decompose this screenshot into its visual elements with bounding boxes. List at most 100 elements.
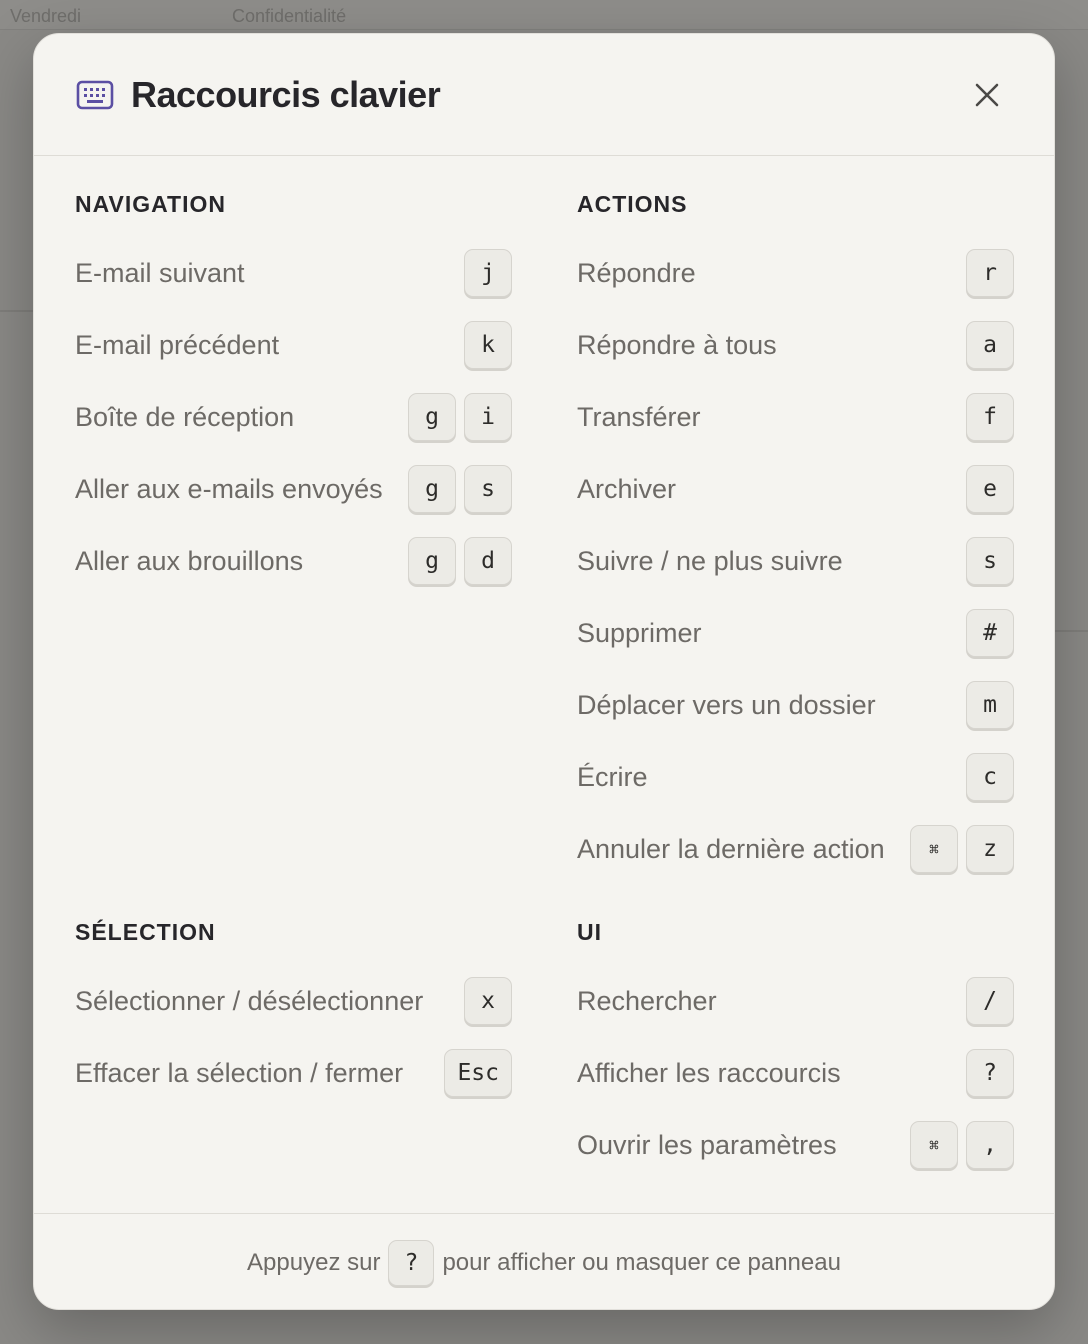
shortcut-label: Annuler la dernière action	[577, 833, 885, 864]
shortcut-keys: #	[966, 609, 1014, 657]
shortcut-key: ?	[966, 1049, 1014, 1097]
shortcut-row-actions: Annuler la dernière action ⌘ z	[577, 825, 1014, 873]
shortcut-label: Sélectionner / désélectionner	[75, 985, 424, 1016]
shortcut-label: Transférer	[577, 401, 701, 432]
shortcut-label: Ouvrir les paramètres	[577, 1129, 837, 1160]
shortcut-row-actions: Déplacer vers un dossier m	[577, 681, 1014, 729]
shortcut-label: Répondre	[577, 257, 696, 288]
shortcut-row-actions: Transférer f	[577, 393, 1014, 441]
shortcut-label: E-mail précédent	[75, 329, 280, 360]
shortcut-key: g	[408, 537, 456, 585]
shortcut-row-actions: Supprimer #	[577, 609, 1014, 657]
shortcut-key: z	[966, 825, 1014, 873]
shortcut-keys: s	[966, 537, 1014, 585]
shortcut-row-selection: Sélectionner / désélectionner x	[75, 977, 512, 1025]
close-button[interactable]	[968, 76, 1006, 114]
dialog-footer: Appuyez sur ? pour afficher ou masquer c…	[34, 1213, 1054, 1309]
close-icon	[975, 83, 999, 107]
shortcut-row-navigation: E-mail suivant j	[75, 249, 512, 297]
shortcut-keys: Esc	[444, 1049, 512, 1097]
shortcut-keys: x	[464, 977, 512, 1025]
shortcut-label: Déplacer vers un dossier	[577, 689, 876, 720]
shortcut-row-navigation: Boîte de réception g i	[75, 393, 512, 441]
shortcut-keys: ?	[966, 1049, 1014, 1097]
shortcut-label: Écrire	[577, 761, 648, 792]
shortcut-keys: ⌘,	[910, 1121, 1014, 1169]
dialog-title: Raccourcis clavier	[131, 74, 441, 115]
background-left-text: Vendredi	[10, 6, 82, 26]
shortcut-key: #	[966, 609, 1014, 657]
shortcut-label: Boîte de réception	[75, 401, 295, 432]
background-right-text: Confidentialité	[232, 6, 347, 26]
shortcut-row-actions: Archiver e	[577, 465, 1014, 513]
shortcut-keys: gd	[408, 537, 512, 585]
shortcut-row-ui: Rechercher /	[577, 977, 1014, 1025]
shortcut-key: r	[966, 249, 1014, 297]
shortcut-label: Suivre / ne plus suivre	[577, 545, 843, 576]
shortcut-label: Répondre à tous	[577, 329, 777, 360]
shortcut-label: Aller aux brouillons	[75, 545, 304, 576]
shortcut-label: Supprimer	[577, 617, 702, 648]
shortcut-key: ⌘	[910, 1121, 958, 1169]
shortcut-key: i	[464, 393, 512, 441]
shortcut-key: ⌘	[910, 825, 958, 873]
shortcut-row-ui: Afficher les raccourcis?	[577, 1049, 1014, 1097]
footer-key: ?	[388, 1239, 435, 1286]
shortcut-keys: r	[966, 249, 1014, 297]
dialog-header: Raccourcis clavier	[34, 34, 1054, 156]
shortcut-keys: gi	[408, 393, 512, 441]
shortcuts-dialog: Raccourcis clavier NAVIGATION ACTIONS SÉ…	[33, 33, 1055, 1310]
shortcut-label: E-mail suivant	[75, 257, 245, 288]
shortcut-label: Effacer la sélection / fermer	[75, 1057, 404, 1088]
shortcut-key: k	[464, 321, 512, 369]
shortcut-key: /	[966, 977, 1014, 1025]
shortcut-row-actions: Écrire c	[577, 753, 1014, 801]
shortcut-label: Archiver	[577, 473, 677, 504]
shortcut-key: x	[464, 977, 512, 1025]
shortcut-key: m	[966, 681, 1014, 729]
shortcut-key: ,	[966, 1121, 1014, 1169]
shortcut-key: f	[966, 393, 1014, 441]
shortcut-key: e	[966, 465, 1014, 513]
shortcut-keys: a	[966, 321, 1014, 369]
shortcut-keys: /	[966, 977, 1014, 1025]
shortcut-key: c	[966, 753, 1014, 801]
shortcut-keys: j	[464, 249, 512, 297]
shortcut-key: a	[966, 321, 1014, 369]
shortcut-keys: f	[966, 393, 1014, 441]
shortcut-row-navigation: Aller aux brouillons g d	[75, 537, 512, 585]
section-title-actions: ACTIONS	[577, 191, 688, 217]
shortcut-key: j	[464, 249, 512, 297]
section-title-selection: SÉLECTION	[75, 919, 216, 945]
shortcut-keys: e	[966, 465, 1014, 513]
shortcut-key: d	[464, 537, 512, 585]
shortcut-key: g	[408, 465, 456, 513]
shortcut-keys: m	[966, 681, 1014, 729]
background-toolbar: Vendredi Confidentialité	[0, 0, 1088, 30]
shortcut-key: s	[966, 537, 1014, 585]
shortcut-keys: gs	[408, 465, 512, 513]
shortcut-row-actions: Suivre / ne plus suivre s	[577, 537, 1014, 585]
shortcut-row-navigation: Aller aux e-mails envoyés g s	[75, 465, 512, 513]
shortcut-keys: c	[966, 753, 1014, 801]
shortcut-label: Rechercher	[577, 985, 717, 1016]
keyboard-icon	[76, 80, 114, 110]
shortcut-keys: k	[464, 321, 512, 369]
shortcut-key: Esc	[444, 1049, 512, 1097]
background-divider	[0, 310, 33, 312]
background-divider	[1055, 630, 1088, 632]
section-title-navigation: NAVIGATION	[75, 191, 226, 217]
shortcut-row-selection: Effacer la sélection / fermer Esc	[75, 1049, 512, 1097]
shortcut-key: g	[408, 393, 456, 441]
shortcut-row-actions: Répondre à tous a	[577, 321, 1014, 369]
shortcut-key: s	[464, 465, 512, 513]
footer-text-after: pour afficher ou masquer ce panneau	[442, 1248, 841, 1276]
shortcut-row-actions: Répondre r	[577, 249, 1014, 297]
shortcut-label: Aller aux e-mails envoyés	[75, 473, 383, 504]
shortcut-row-navigation: E-mail précédent k	[75, 321, 512, 369]
section-title-ui: UI	[577, 919, 602, 945]
footer-text-before: Appuyez sur	[247, 1248, 381, 1276]
shortcut-label: Afficher les raccourcis	[577, 1057, 841, 1088]
shortcut-row-ui: Ouvrir les paramètres ⌘,	[577, 1121, 1014, 1169]
shortcut-keys: ⌘ z	[910, 825, 1014, 873]
